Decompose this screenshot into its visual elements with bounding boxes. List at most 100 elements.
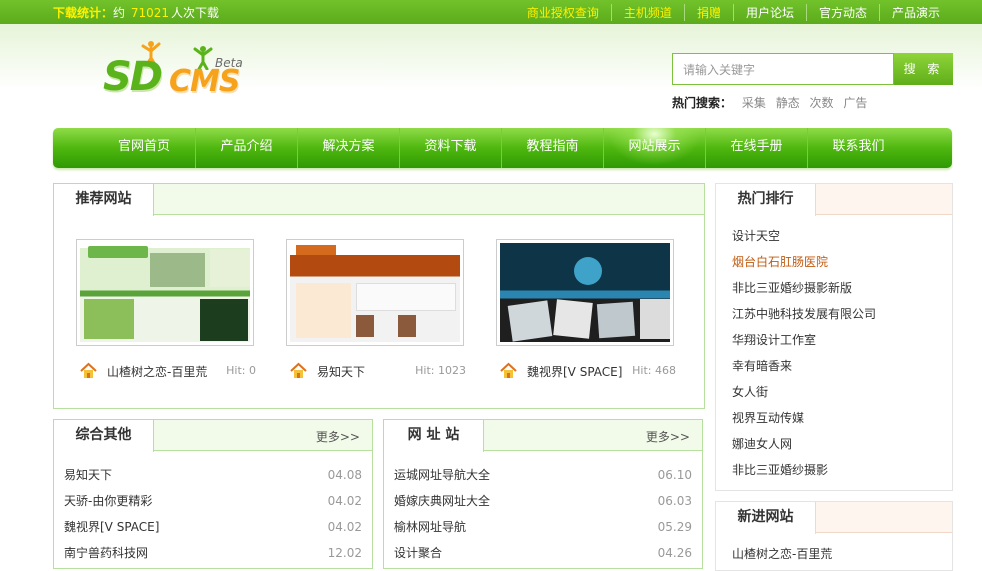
hot-rank-title: 热门排行 (716, 184, 816, 216)
list-item-link[interactable]: 榆林网址导航 (394, 520, 466, 534)
site-name[interactable]: 魏视界[V SPACE] (527, 363, 622, 380)
recommended-panel: 推荐网站 山楂树之恋-百里荒 Hit: 0 易知天下 Hit: 1023 魏视界… (53, 183, 705, 409)
download-stats-suffix: 人次下载 (171, 6, 220, 20)
nav-item-showcase[interactable]: 网站展示 (603, 128, 705, 168)
nav-item-home[interactable]: 官网首页 (93, 128, 195, 168)
main-nav: 官网首页 产品介绍 解决方案 资料下载 教程指南 网站展示 在线手册 联系我们 (53, 128, 952, 168)
nav-item-solutions[interactable]: 解决方案 (297, 128, 399, 168)
top-bar: 下载统计：约 71021 人次下载 商业授权查询 主机频道 捐赠 用户论坛 官方动… (0, 0, 982, 24)
link-news[interactable]: 官方动态 (805, 4, 879, 21)
hot-rank-panel-header: 热门排行 (716, 184, 952, 216)
list-item-date: 06.10 (657, 468, 692, 482)
hot-rank-link[interactable]: 幸有暗香来 (732, 359, 792, 373)
list-item: 烟台白石肛肠医院 (732, 249, 952, 275)
list-item-link[interactable]: 南宁兽药科技网 (64, 546, 148, 560)
recommended-title: 推荐网站 (54, 184, 154, 216)
link-donate[interactable]: 捐赠 (683, 4, 733, 21)
list-item-link[interactable]: 运城网址导航大全 (394, 468, 490, 482)
hot-rank-link[interactable]: 华翔设计工作室 (732, 333, 816, 347)
hot-rank-link[interactable]: 非比三亚婚纱摄影 (732, 463, 828, 477)
misc-title: 综合其他 (54, 420, 154, 452)
site-entry: 山楂树之恋-百里荒 Hit: 0 (80, 362, 270, 380)
hot-rank-link[interactable]: 设计天空 (732, 229, 780, 243)
hot-rank-link[interactable]: 非比三亚婚纱摄影新版 (732, 281, 852, 295)
link-demo[interactable]: 产品演示 (878, 4, 952, 21)
list-item: 女人街 (732, 379, 952, 405)
site-entry: 易知天下 Hit: 1023 (290, 362, 480, 380)
new-sites-title: 新进网站 (716, 502, 816, 534)
nav-item-contact[interactable]: 联系我们 (807, 128, 909, 168)
hot-search: 热门搜索： 采集 静态 次数 广告 (672, 94, 867, 111)
site-thumbnail[interactable] (76, 239, 254, 346)
hot-rank-panel: 热门排行 设计天空 烟台白石肛肠医院 非比三亚婚纱摄影新版 江苏中驰科技发展有限… (715, 183, 953, 491)
download-stats-label: 下载统计： (53, 6, 114, 20)
hot-search-term[interactable]: 静态 (776, 96, 800, 110)
list-item: 江苏中驰科技发展有限公司 (732, 301, 952, 327)
list-item: 非比三亚婚纱摄影 (732, 457, 952, 483)
site-name[interactable]: 山楂树之恋-百里荒 (107, 363, 207, 380)
top-links: 商业授权查询 主机频道 捐赠 用户论坛 官方动态 产品演示 (515, 4, 952, 21)
logo-text-sd: SD (103, 54, 163, 100)
download-count: 71021 (130, 6, 170, 20)
hot-rank-link[interactable]: 烟台白石肛肠医院 (732, 255, 828, 269)
logo-beta-badge: Beta (215, 56, 243, 70)
site-thumbnail[interactable] (286, 239, 464, 346)
home-icon (290, 362, 307, 378)
list-item-link[interactable]: 设计聚合 (394, 546, 442, 560)
site-thumbnail[interactable] (496, 239, 674, 346)
hot-rank-link[interactable]: 江苏中驰科技发展有限公司 (732, 307, 876, 321)
hot-search-label: 热门搜索： (672, 96, 733, 110)
nav-item-downloads[interactable]: 资料下载 (399, 128, 501, 168)
list-item-link[interactable]: 天骄-由你更精彩 (64, 494, 152, 508)
hot-rank-link[interactable]: 视界互动传媒 (732, 411, 804, 425)
list-item: 南宁兽药科技网 12.02 (64, 540, 362, 566)
list-item-date: 04.26 (657, 546, 692, 560)
list-item: 娜迪女人网 (732, 431, 952, 457)
site-entry: 魏视界[V SPACE] Hit: 468 (500, 362, 690, 380)
list-item-date: 04.08 (327, 468, 362, 482)
url-sites-title: 网 址 站 (384, 420, 484, 452)
hot-rank-link[interactable]: 娜迪女人网 (732, 437, 792, 451)
list-item: 山楂树之恋-百里荒 (732, 541, 952, 567)
new-sites-panel-header: 新进网站 (716, 502, 952, 534)
site-hit-count: Hit: 1023 (415, 364, 466, 377)
list-item: 华翔设计工作室 (732, 327, 952, 353)
list-item-date: 06.03 (657, 494, 692, 508)
list-item-link[interactable]: 婚嫁庆典网址大全 (394, 494, 490, 508)
new-sites-panel: 新进网站 山楂树之恋-百里荒 (715, 501, 953, 571)
list-item: 婚嫁庆典网址大全 06.03 (394, 488, 692, 514)
site-hit-count: Hit: 468 (632, 364, 676, 377)
link-license-query[interactable]: 商业授权查询 (515, 4, 611, 21)
list-item: 魏视界[V SPACE] 04.02 (64, 514, 362, 540)
url-sites-panel: 网 址 站 更多>> 运城网址导航大全 06.10 婚嫁庆典网址大全 06.03 榆… (383, 419, 703, 569)
link-forum[interactable]: 用户论坛 (732, 4, 806, 21)
list-item: 榆林网址导航 05.29 (394, 514, 692, 540)
recommended-panel-header: 推荐网站 (54, 184, 704, 216)
misc-list: 易知天下 04.08 天骄-由你更精彩 04.02 魏视界[V SPACE] 04.0… (54, 451, 372, 566)
hot-rank-link[interactable]: 女人街 (732, 385, 768, 399)
misc-panel-header: 综合其他 更多>> (54, 420, 372, 452)
misc-more-link[interactable]: 更多>> (316, 428, 360, 445)
site-name[interactable]: 易知天下 (317, 363, 365, 380)
link-hosting[interactable]: 主机频道 (610, 4, 684, 21)
hot-search-term[interactable]: 次数 (810, 96, 834, 110)
url-sites-more-link[interactable]: 更多>> (646, 428, 690, 445)
search-button[interactable]: 搜 索 (894, 53, 953, 85)
list-item: 设计天空 (732, 223, 952, 249)
list-item: 运城网址导航大全 06.10 (394, 462, 692, 488)
nav-item-manual[interactable]: 在线手册 (705, 128, 807, 168)
hot-search-term[interactable]: 采集 (742, 96, 766, 110)
list-item-link[interactable]: 魏视界[V SPACE] (64, 520, 159, 534)
site-logo[interactable]: SD CMS Beta (103, 40, 253, 110)
download-stats: 下载统计：约 71021 人次下载 (53, 4, 219, 21)
new-site-link[interactable]: 山楂树之恋-百里荒 (732, 547, 832, 561)
list-item-date: 04.02 (327, 494, 362, 508)
list-item-link[interactable]: 易知天下 (64, 468, 112, 482)
search-input[interactable]: 请输入关键字 (672, 53, 894, 85)
nav-item-products[interactable]: 产品介绍 (195, 128, 297, 168)
nav-item-tutorials[interactable]: 教程指南 (501, 128, 603, 168)
list-item: 设计聚合 04.26 (394, 540, 692, 566)
list-item-date: 04.02 (327, 520, 362, 534)
list-item-date: 05.29 (657, 520, 692, 534)
hot-search-term[interactable]: 广告 (843, 96, 867, 110)
